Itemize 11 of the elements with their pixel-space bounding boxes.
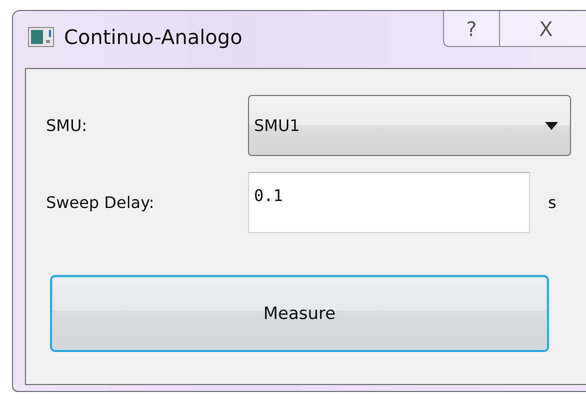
caret-icon: [545, 122, 558, 130]
smu-dropdown[interactable]: SMU1: [248, 95, 571, 156]
sweep-delay-field[interactable]: 0.1: [248, 172, 530, 233]
smu-label: SMU:: [46, 116, 88, 135]
measure-button[interactable]: Measure: [50, 275, 549, 352]
help-button[interactable]: ?: [444, 11, 500, 46]
close-button[interactable]: X: [500, 11, 586, 46]
window-title: Continuo-Analogo: [64, 25, 242, 49]
unit-label: s: [548, 193, 556, 212]
window-icon: [28, 27, 54, 47]
sweep-delay-label: Sweep Delay:: [46, 193, 156, 212]
